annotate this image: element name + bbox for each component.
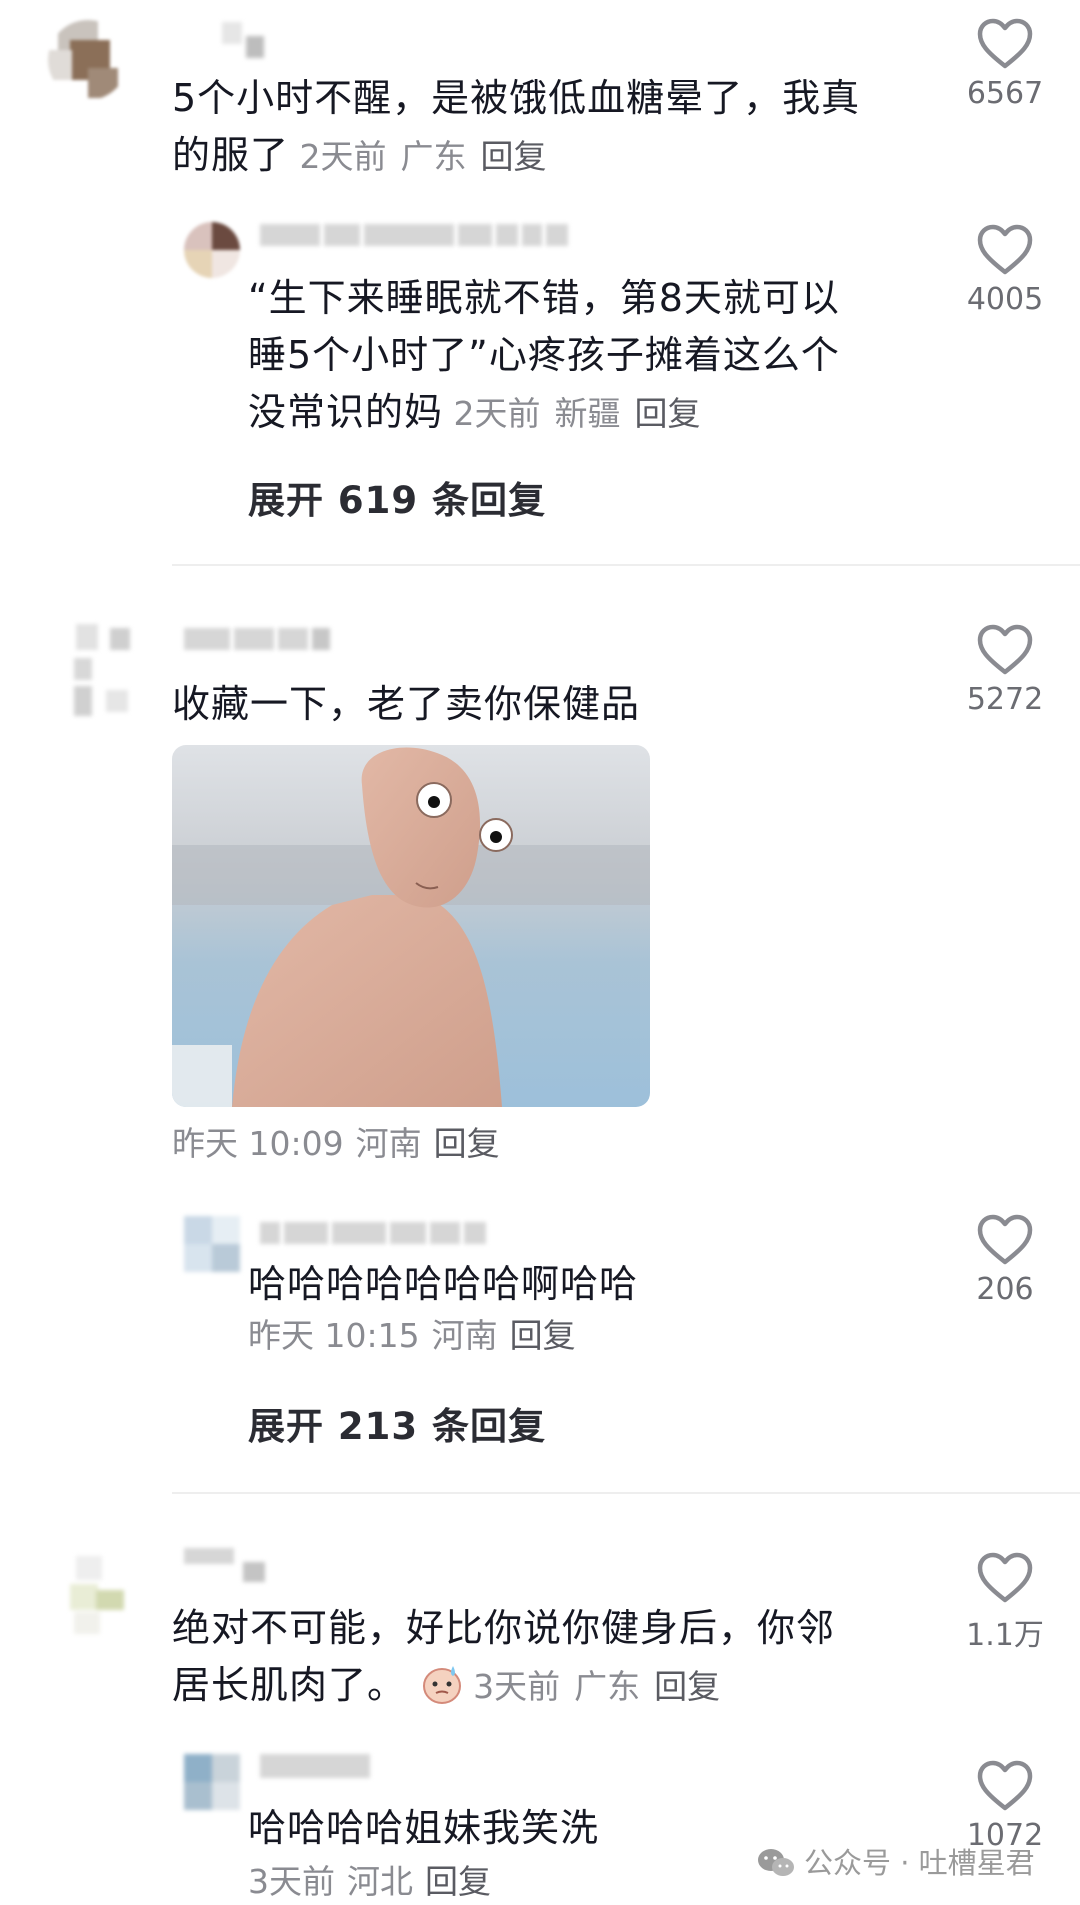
comment-time: 3天前 (473, 1667, 561, 1706)
divider (172, 564, 1080, 566)
heart-icon (977, 1214, 1033, 1265)
heart-icon (977, 1760, 1033, 1811)
comment-location: 广东 (400, 137, 467, 176)
comment-location: 广东 (574, 1667, 641, 1706)
username[interactable] (222, 22, 268, 58)
like-count: 5272 (966, 682, 1044, 717)
like-button[interactable]: 6567 (960, 18, 1050, 111)
reply-username[interactable] (260, 1222, 490, 1244)
expand-replies-button[interactable]: 展开 213 条回复 (248, 1396, 546, 1450)
reply-button[interactable]: 回复 (635, 394, 701, 433)
reply-button[interactable]: 回复 (481, 137, 547, 176)
like-count: 4005 (966, 282, 1044, 317)
reply-meta: 3天前 河北 回复 (248, 1862, 503, 1902)
like-count: 6567 (966, 76, 1044, 111)
watermark: 公众号 · 吐槽星君 (756, 1840, 1035, 1882)
reply-avatar[interactable] (184, 1216, 240, 1272)
divider (172, 1492, 1080, 1494)
like-button[interactable]: 4005 (960, 224, 1050, 317)
avatar[interactable] (48, 20, 128, 100)
comment-location: 河南 (355, 1124, 422, 1163)
like-count: 1.1万 (966, 1618, 1044, 1653)
wechat-icon (758, 1849, 794, 1876)
reply-button[interactable]: 回复 (434, 1124, 500, 1163)
heart-icon (977, 18, 1033, 69)
username[interactable] (184, 1548, 269, 1582)
comment-text: 收藏一下，老了卖你保健品 (172, 682, 641, 726)
comment-time: 2天前 (299, 137, 387, 176)
reply-button[interactable]: 回复 (654, 1667, 720, 1706)
avatar[interactable] (70, 1556, 130, 1636)
reply-username[interactable] (260, 1754, 374, 1778)
sweat-emoji-icon (423, 1666, 462, 1704)
reply-username[interactable] (260, 224, 572, 246)
comment-text: 5个小时不醒，是被饿低血糖晕了，我真 的服了 2天前 广东 回复 (172, 76, 861, 177)
reply-location: 河南 (431, 1316, 498, 1355)
reply-avatar[interactable] (184, 222, 240, 278)
heart-icon (977, 624, 1033, 675)
reply-avatar[interactable] (184, 1754, 240, 1810)
username[interactable] (184, 628, 334, 650)
reply-button[interactable]: 回复 (425, 1862, 491, 1901)
reply-text: 哈哈哈哈哈哈哈啊哈哈 (248, 1262, 639, 1306)
heart-icon (977, 224, 1033, 275)
comment-meta: 昨天 10:09 河南 回复 (172, 1124, 512, 1164)
reply-time: 2天前 (453, 394, 541, 433)
reply-time: 昨天 10:15 (248, 1316, 420, 1355)
avatar[interactable] (66, 624, 136, 720)
reply-text: “生下来睡眠就不错，第8天就可以 睡5个小时了”心疼孩子摊着这么个 没常识的妈 … (248, 276, 840, 434)
comment-time: 昨天 10:09 (172, 1124, 344, 1163)
like-button[interactable]: 5272 (960, 624, 1050, 717)
reply-location: 新疆 (554, 394, 621, 433)
like-count: 206 (976, 1272, 1034, 1307)
reply-meta: 昨天 10:15 河南 回复 (248, 1316, 588, 1356)
reply-location: 河北 (347, 1862, 413, 1901)
heart-icon (977, 1552, 1033, 1603)
expand-replies-button[interactable]: 展开 619 条回复 (248, 470, 546, 524)
reply-button[interactable]: 回复 (510, 1316, 576, 1355)
like-button[interactable]: 1.1万 (960, 1552, 1050, 1654)
meme-doll-image[interactable] (172, 745, 650, 1107)
like-button[interactable]: 206 (960, 1214, 1050, 1307)
reply-time: 3天前 (248, 1862, 335, 1901)
comment-text: 绝对不可能，好比你说你健身后，你邻 居长肌肉了。 3天前 广东 回复 (172, 1606, 836, 1707)
